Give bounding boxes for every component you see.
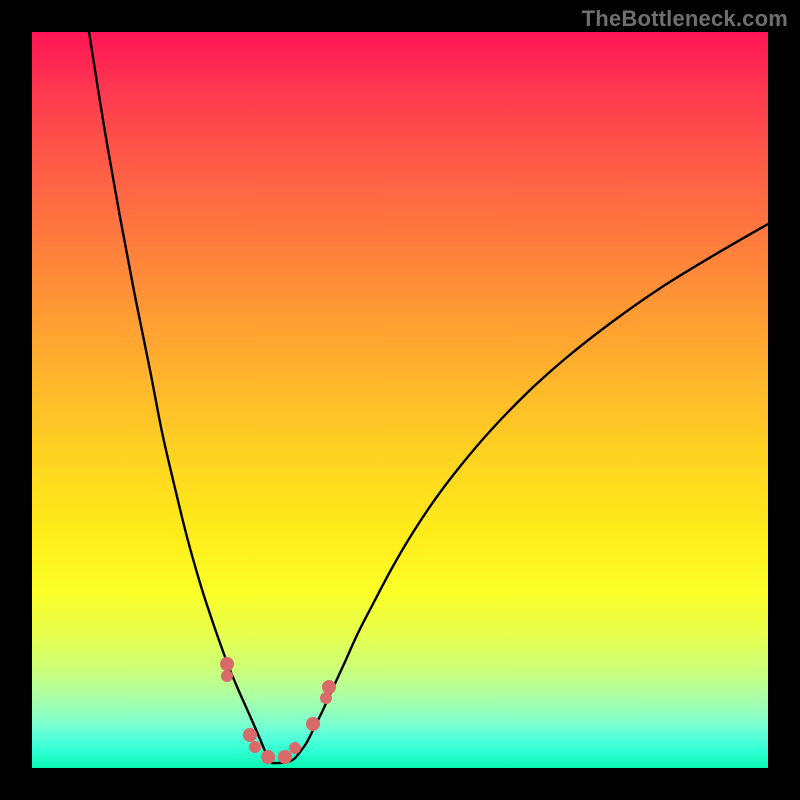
watermark-text: TheBottleneck.com <box>582 6 788 32</box>
highlight-dot <box>322 680 336 694</box>
series-curve-left <box>89 32 272 763</box>
highlight-dot <box>249 741 261 753</box>
highlight-dot <box>261 750 275 764</box>
highlight-dot <box>306 717 320 731</box>
highlight-dot <box>289 742 301 754</box>
series-curve-right <box>272 224 768 763</box>
highlight-dot <box>278 750 292 764</box>
curve-overlay <box>32 32 768 768</box>
chart-frame: TheBottleneck.com <box>0 0 800 800</box>
plot-area <box>32 32 768 768</box>
highlight-dot <box>243 728 257 742</box>
highlight-dot <box>220 657 234 671</box>
highlight-dot <box>221 670 233 682</box>
